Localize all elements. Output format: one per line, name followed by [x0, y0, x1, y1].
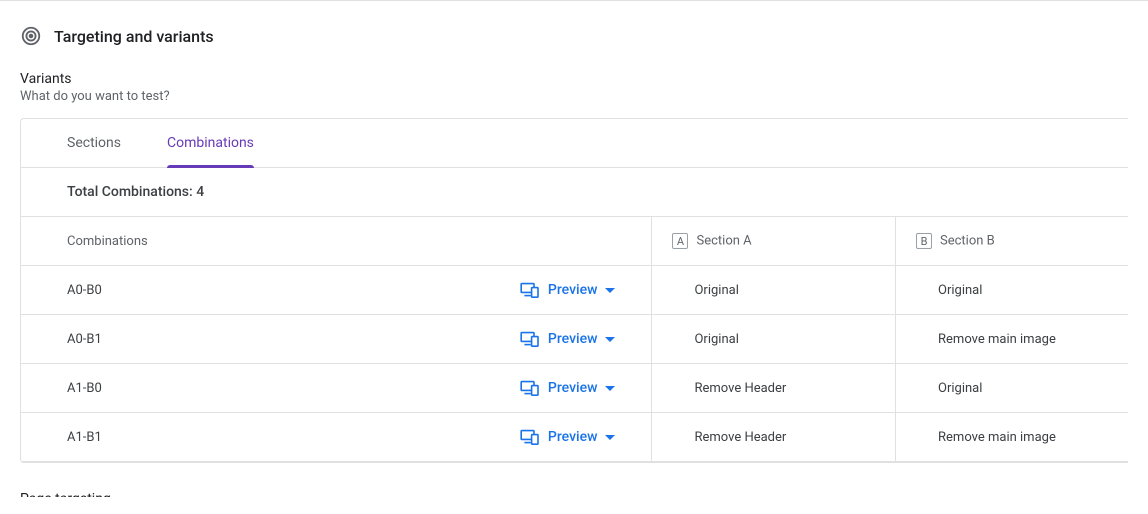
chevron-down-icon [605, 288, 615, 293]
column-header-combinations: Combinations [21, 217, 652, 266]
page-targeting-heading: Page targeting [20, 491, 1128, 497]
chevron-down-icon [605, 337, 615, 342]
section-a-value: Original [672, 283, 895, 298]
total-combinations-label: Total Combinations: [67, 184, 196, 200]
section-b-value: Original [916, 381, 1128, 396]
target-icon [20, 25, 42, 47]
preview-label: Preview [548, 331, 598, 347]
preview-label: Preview [548, 380, 598, 396]
devices-icon [520, 429, 540, 445]
combo-name: A1-B0 [67, 381, 102, 396]
section-a-badge: A [672, 233, 688, 249]
combo-name: A0-B1 [67, 332, 102, 347]
section-b-badge: B [916, 233, 932, 249]
table-row: A1-B1 Preview Remove Header Remove main ima… [21, 413, 1128, 462]
section-a-label: Section A [696, 234, 751, 249]
devices-icon [520, 282, 540, 298]
variants-panel: Sections Combinations Total Combinations… [20, 118, 1128, 463]
chevron-down-icon [605, 435, 615, 440]
chevron-down-icon [605, 386, 615, 391]
section-title: Targeting and variants [54, 27, 214, 46]
column-header-section-b: B Section B [896, 217, 1128, 266]
section-b-label: Section B [940, 234, 995, 249]
tab-combinations[interactable]: Combinations [167, 119, 254, 167]
section-header: Targeting and variants [20, 25, 1128, 47]
section-b-value: Remove main image [916, 332, 1128, 347]
preview-label: Preview [548, 282, 598, 298]
preview-button[interactable]: Preview [520, 331, 616, 347]
section-a-value: Remove Header [672, 381, 895, 396]
devices-icon [520, 331, 540, 347]
total-combinations-count: 4 [196, 184, 204, 200]
devices-icon [520, 380, 540, 396]
column-header-section-a: A Section A [652, 217, 896, 266]
section-a-value: Remove Header [672, 430, 895, 445]
table-row: A0-B1 Preview Original Remove main image [21, 315, 1128, 364]
variants-description: What do you want to test? [20, 89, 1128, 104]
section-b-value: Remove main image [916, 430, 1128, 445]
combinations-table: Combinations A Section A B Section B A0-B0… [21, 217, 1128, 462]
section-b-value: Original [916, 283, 1128, 298]
preview-label: Preview [548, 429, 598, 445]
combo-name: A0-B0 [67, 283, 102, 298]
preview-button[interactable]: Preview [520, 429, 616, 445]
tabs: Sections Combinations [21, 119, 1128, 168]
combo-name: A1-B1 [67, 430, 102, 445]
table-row: A0-B0 Preview Original Original [21, 266, 1128, 315]
total-combinations: Total Combinations: 4 [21, 168, 1128, 217]
variants-title: Variants [20, 71, 1128, 87]
table-row: A1-B0 Preview Remove Header Original [21, 364, 1128, 413]
preview-button[interactable]: Preview [520, 380, 616, 396]
tab-sections[interactable]: Sections [67, 119, 121, 167]
preview-button[interactable]: Preview [520, 282, 616, 298]
section-a-value: Original [672, 332, 895, 347]
